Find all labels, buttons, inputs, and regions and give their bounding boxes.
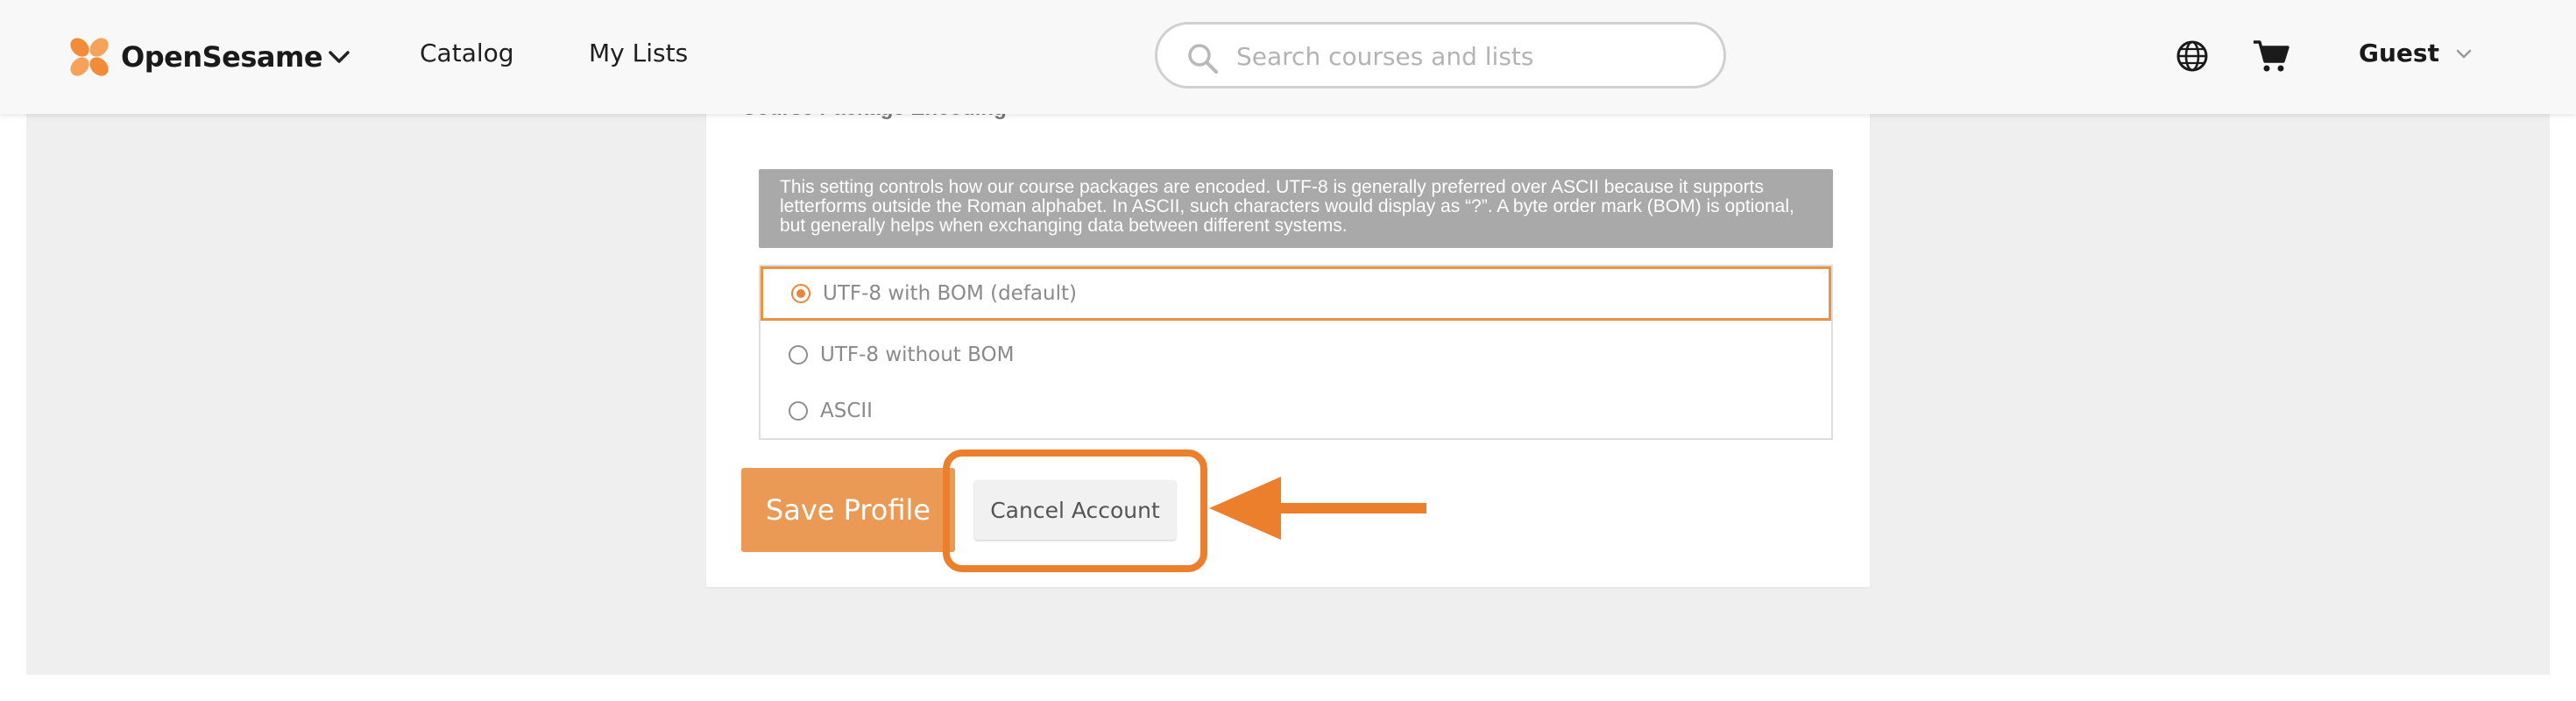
annotation-arrow-icon bbox=[1209, 477, 1426, 540]
search-bar bbox=[1155, 22, 1726, 89]
nav-catalog-link[interactable]: Catalog bbox=[420, 39, 514, 67]
encoding-description: This setting controls how our course pac… bbox=[759, 169, 1833, 248]
radio-button[interactable] bbox=[789, 345, 808, 365]
search-icon[interactable] bbox=[1185, 41, 1221, 76]
radio-button-selected[interactable] bbox=[791, 284, 810, 303]
chevron-down-icon[interactable] bbox=[326, 46, 352, 68]
encoding-option-label: UTF-8 without BOM bbox=[820, 343, 1015, 366]
search-input[interactable] bbox=[1235, 35, 1694, 77]
chevron-down-icon bbox=[2456, 49, 2472, 58]
encoding-option-utf8-without-bom[interactable]: UTF-8 without BOM bbox=[761, 328, 1831, 382]
save-profile-button[interactable]: Save Profile bbox=[741, 468, 955, 552]
top-navigation-bar: OpenSesame Catalog My Lists Guest bbox=[0, 0, 2576, 114]
encoding-option-label: ASCII bbox=[820, 400, 873, 422]
radio-button[interactable] bbox=[789, 401, 808, 421]
nav-my-lists-link[interactable]: My Lists bbox=[589, 39, 688, 67]
cancel-account-button[interactable]: Cancel Account bbox=[974, 480, 1176, 540]
cart-icon[interactable] bbox=[2252, 39, 2290, 74]
user-name: Guest bbox=[2359, 39, 2439, 67]
brand-name: OpenSesame bbox=[121, 40, 323, 74]
encoding-option-utf8-with-bom[interactable]: UTF-8 with BOM (default) bbox=[761, 266, 1831, 321]
encoding-option-label: UTF-8 with BOM (default) bbox=[823, 282, 1077, 305]
encoding-option-ascii[interactable]: ASCII bbox=[761, 384, 1831, 438]
opensesame-logo-icon bbox=[70, 38, 109, 76]
brand-home-link[interactable]: OpenSesame bbox=[67, 33, 323, 81]
globe-icon[interactable] bbox=[2175, 39, 2210, 74]
user-menu[interactable]: Guest bbox=[2359, 39, 2473, 67]
